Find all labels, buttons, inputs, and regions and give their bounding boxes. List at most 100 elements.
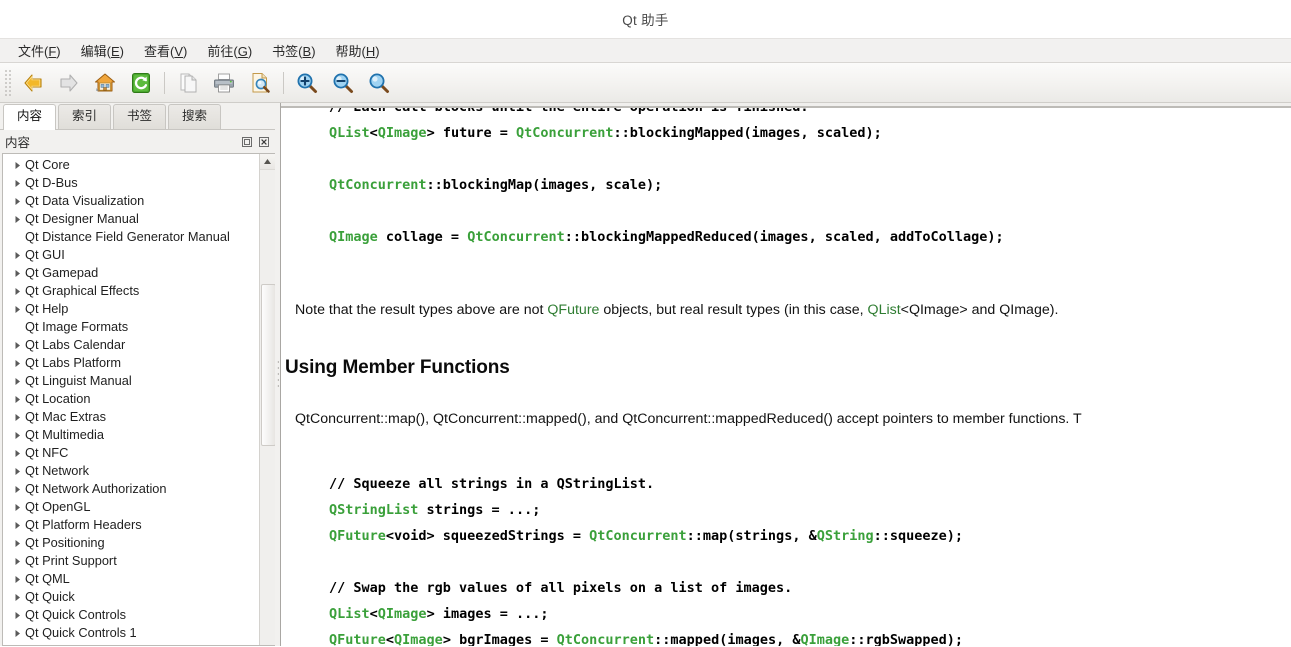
tree-expand-arrow[interactable] xyxy=(9,174,25,192)
menu-item-5[interactable]: 书签(B) xyxy=(262,39,325,63)
document-viewer[interactable]: // Each call blocks until the entire ope… xyxy=(281,103,1291,646)
tree-item-label: Qt Mac Extras xyxy=(25,409,107,424)
tree-item[interactable]: Qt Distance Field Generator Manual xyxy=(3,228,259,246)
tree-expand-arrow[interactable] xyxy=(9,624,25,642)
menu-bar: 文件(F) 编辑(E) 查看(V) 前往(G) 书签(B) 帮助(H) xyxy=(0,38,1291,63)
tree-item[interactable]: Qt Location xyxy=(3,390,259,408)
close-dock-button[interactable] xyxy=(257,135,271,149)
tree-item[interactable]: Qt Network xyxy=(3,462,259,480)
tree-item[interactable]: Qt Graphical Effects xyxy=(3,282,259,300)
menu-item-6[interactable]: 帮助(H) xyxy=(326,39,390,63)
tree-expand-arrow[interactable] xyxy=(9,264,25,282)
tree-item[interactable]: Qt QML xyxy=(3,570,259,588)
print-button[interactable] xyxy=(206,66,242,100)
tree-vertical-scrollbar[interactable] xyxy=(259,154,275,645)
qfuture-link[interactable]: QFuture xyxy=(547,302,599,318)
tree-expand-arrow[interactable] xyxy=(9,606,25,624)
tree-expand-arrow[interactable] xyxy=(9,462,25,480)
menu-item-2[interactable]: 编辑(E) xyxy=(71,39,134,63)
tree-expand-arrow[interactable] xyxy=(9,516,25,534)
tree-expand-arrow[interactable] xyxy=(9,300,25,318)
sidebar-tab-2[interactable]: 索引 xyxy=(58,104,112,129)
tree-item[interactable]: Qt Labs Platform xyxy=(3,354,259,372)
tree-item-label: Qt Quick Controls 1 xyxy=(25,625,137,640)
tree-item[interactable]: Qt Labs Calendar xyxy=(3,336,259,354)
tree-expand-arrow[interactable] xyxy=(9,210,25,228)
zoom-in-icon xyxy=(297,73,317,93)
tree-item[interactable]: Qt Print Support xyxy=(3,552,259,570)
tree-item[interactable]: Qt Network Authorization xyxy=(3,480,259,498)
tree-expand-arrow[interactable] xyxy=(9,552,25,570)
reload-button[interactable] xyxy=(123,66,159,100)
code-type-token: QtConcurrent xyxy=(515,125,614,141)
tree-item[interactable]: Qt Data Visualization xyxy=(3,192,259,210)
tree-item[interactable]: Qt D-Bus xyxy=(3,174,259,192)
tree-expand-arrow[interactable] xyxy=(9,372,25,390)
contents-tree[interactable]: Qt Core Qt D-Bus Qt Data Visualization Qt D… xyxy=(3,154,259,645)
tree-item[interactable]: Qt OpenGL xyxy=(3,498,259,516)
tree-item[interactable]: Qt Positioning xyxy=(3,534,259,552)
print-preview-button[interactable] xyxy=(242,66,278,100)
toolbar-separator-1 xyxy=(164,71,165,94)
tree-item[interactable]: Qt Linguist Manual xyxy=(3,372,259,390)
tree-item-label: Qt Help xyxy=(25,301,69,316)
tree-item[interactable]: Qt Quick Controls xyxy=(3,606,259,624)
tree-item[interactable]: Qt Quick Controls 1 xyxy=(3,624,259,642)
menu-item-1[interactable]: 文件(F) xyxy=(8,39,71,63)
zoom-in-button[interactable] xyxy=(289,66,325,100)
tree-item-label: Qt Positioning xyxy=(25,535,105,550)
scroll-thumb[interactable] xyxy=(261,284,275,446)
tree-expand-arrow[interactable] xyxy=(9,408,25,426)
tree-item[interactable]: Qt Quick xyxy=(3,588,259,606)
tree-expand-arrow[interactable] xyxy=(9,480,25,498)
qlist-link[interactable]: QList xyxy=(868,302,901,318)
tree-item[interactable]: Qt Platform Headers xyxy=(3,516,259,534)
zoom-out-button[interactable] xyxy=(325,66,361,100)
tree-expand-arrow[interactable] xyxy=(9,534,25,552)
home-button[interactable] xyxy=(87,66,123,100)
sidebar-tab-label: 书签 xyxy=(127,109,153,123)
tree-expand-arrow[interactable] xyxy=(9,588,25,606)
sidebar-tab-4[interactable]: 搜索 xyxy=(168,104,222,129)
tree-expand-arrow[interactable] xyxy=(9,498,25,516)
menu-item-mnemonic: V xyxy=(174,43,184,59)
tree-item[interactable]: Qt GUI xyxy=(3,246,259,264)
tree-expand-arrow[interactable] xyxy=(9,390,25,408)
toolbar-drag-handle[interactable] xyxy=(3,69,11,96)
tree-expand-arrow[interactable] xyxy=(9,156,25,174)
tree-item[interactable]: Qt NFC xyxy=(3,444,259,462)
home-icon xyxy=(95,73,115,91)
float-dock-button[interactable] xyxy=(240,135,254,149)
tree-expand-arrow[interactable] xyxy=(9,426,25,444)
tree-expand-arrow[interactable] xyxy=(9,336,25,354)
zoom-reset-button[interactable] xyxy=(361,66,397,100)
tree-item[interactable]: Qt Designer Manual xyxy=(3,210,259,228)
tree-item-label: Qt Graphical Effects xyxy=(25,283,140,298)
tree-item[interactable]: Qt Mac Extras xyxy=(3,408,259,426)
tree-expand-arrow[interactable] xyxy=(9,570,25,588)
tree-item[interactable]: Qt Core xyxy=(3,156,259,174)
tree-item[interactable]: Qt Gamepad xyxy=(3,264,259,282)
sidebar-tab-label: 搜索 xyxy=(182,109,208,123)
chevron-right-icon xyxy=(15,215,20,223)
tree-item[interactable]: Qt Help xyxy=(3,300,259,318)
tree-item[interactable]: Qt Multimedia xyxy=(3,426,259,444)
scroll-up-button[interactable] xyxy=(260,154,275,170)
menu-item-4[interactable]: 前往(G) xyxy=(197,39,262,63)
code-type-token: QImage xyxy=(394,632,443,646)
tree-item[interactable]: Qt Image Formats xyxy=(3,318,259,336)
tree-expand-arrow[interactable] xyxy=(9,282,25,300)
sidebar-tab-1[interactable]: 内容 xyxy=(3,104,57,130)
forward-button[interactable] xyxy=(51,66,87,100)
tree-expand-arrow[interactable] xyxy=(9,192,25,210)
tree-item-label: Qt Labs Platform xyxy=(25,355,122,370)
chevron-right-icon xyxy=(15,467,20,475)
menu-item-3[interactable]: 查看(V) xyxy=(134,39,197,63)
copy-button[interactable] xyxy=(170,66,206,100)
sidebar-tab-3[interactable]: 书签 xyxy=(113,104,167,129)
back-button[interactable] xyxy=(15,66,51,100)
chevron-right-icon xyxy=(15,539,20,547)
tree-expand-arrow[interactable] xyxy=(9,444,25,462)
tree-expand-arrow[interactable] xyxy=(9,354,25,372)
tree-expand-arrow[interactable] xyxy=(9,246,25,264)
